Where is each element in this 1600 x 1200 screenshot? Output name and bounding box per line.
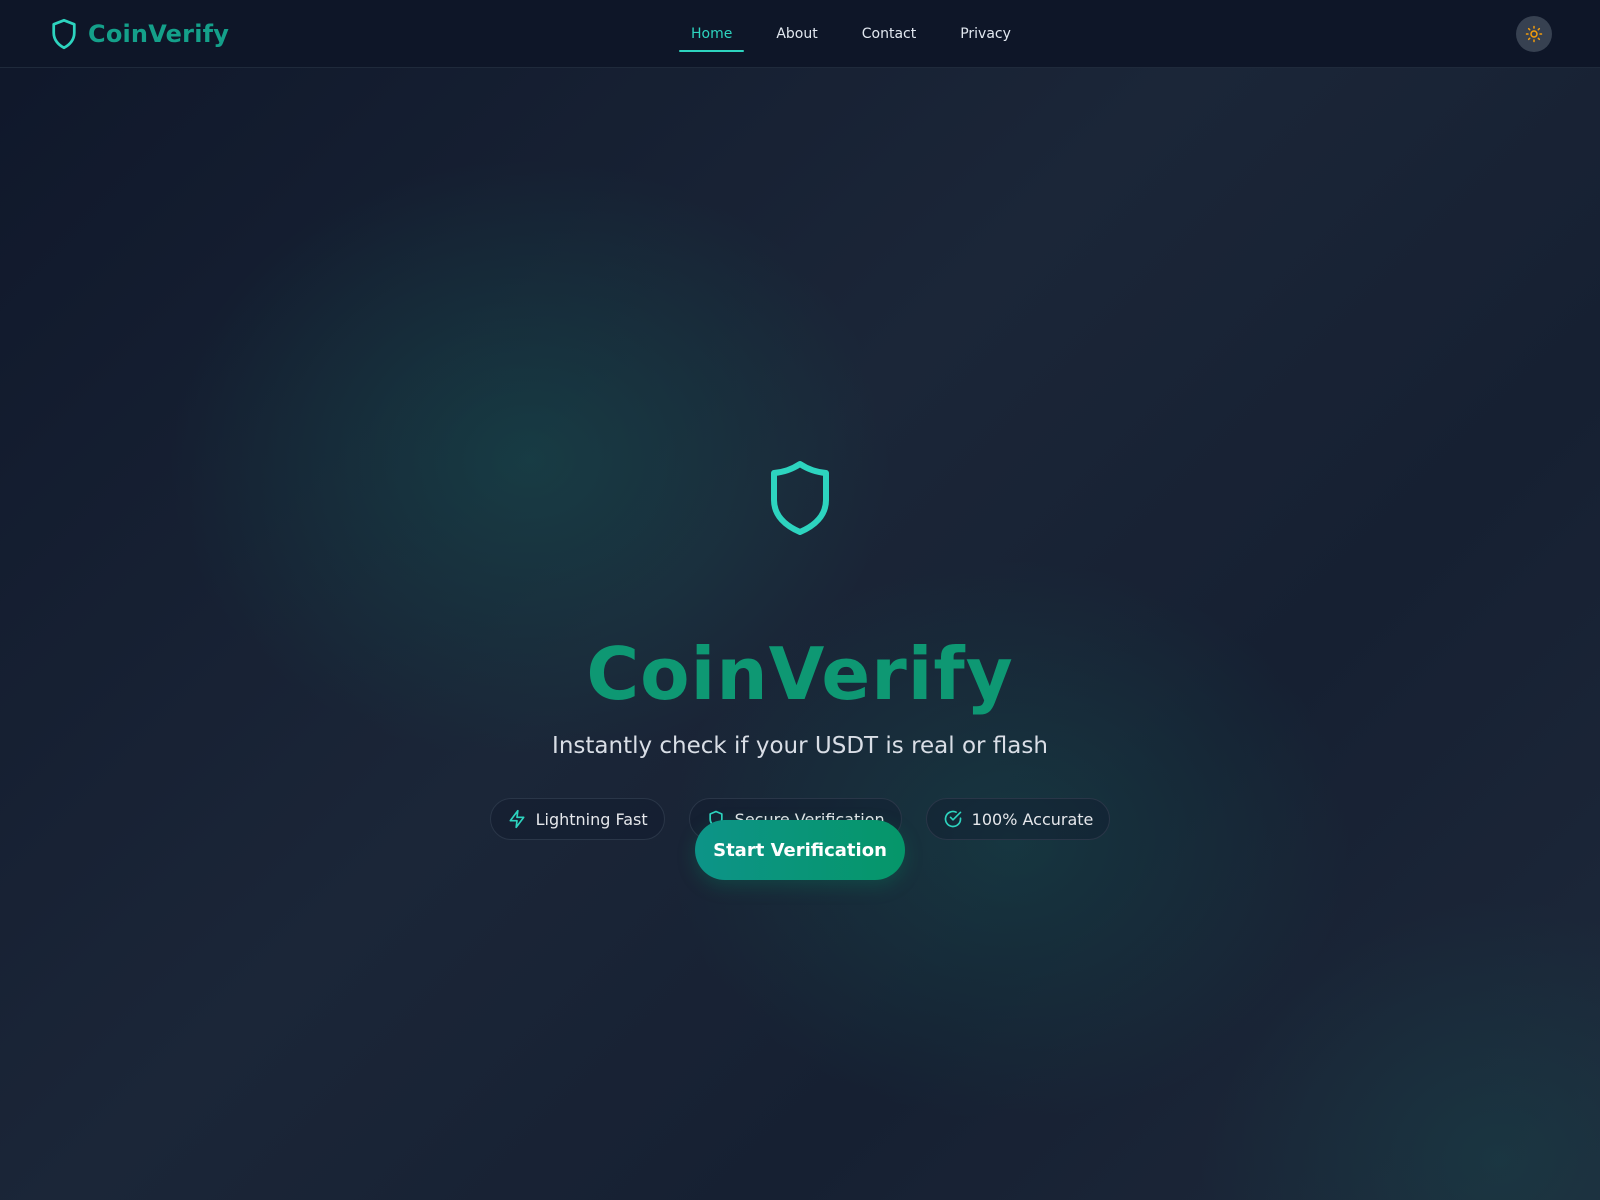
lightning-icon	[509, 809, 525, 829]
nav-about[interactable]: About	[764, 0, 829, 68]
check-circle-icon	[944, 810, 961, 828]
shield-icon	[52, 18, 76, 50]
start-verification-button[interactable]: Start Verification	[695, 820, 905, 880]
brand-logo[interactable]: CoinVerify	[50, 17, 229, 51]
nav-home[interactable]: Home	[679, 0, 745, 68]
theme-toggle-button[interactable]	[1516, 16, 1552, 52]
hero-title: CoinVerify	[586, 632, 1014, 716]
feature-badge-lightning-fast: Lightning Fast	[489, 798, 665, 840]
brand-name: CoinVerify	[88, 20, 230, 48]
feature-badge-accurate: 100% Accurate	[925, 798, 1111, 840]
hero-subtitle: Instantly check if your USDT is real or …	[552, 733, 1048, 759]
shield-icon	[771, 461, 829, 535]
nav-contact[interactable]: Contact	[850, 0, 928, 68]
top-navbar: CoinVerify Home About Contact Privacy	[0, 0, 1600, 68]
hero-section: CoinVerify Instantly check if your USDT …	[0, 68, 1600, 1200]
page: CoinVerify Home About Contact Privacy Co…	[0, 0, 1600, 1200]
nav-privacy[interactable]: Privacy	[948, 0, 1023, 68]
sun-icon	[1525, 25, 1543, 43]
main-nav: Home About Contact Privacy	[679, 0, 1023, 68]
feature-label: 100% Accurate	[971, 809, 1094, 829]
feature-label: Lightning Fast	[535, 809, 648, 829]
